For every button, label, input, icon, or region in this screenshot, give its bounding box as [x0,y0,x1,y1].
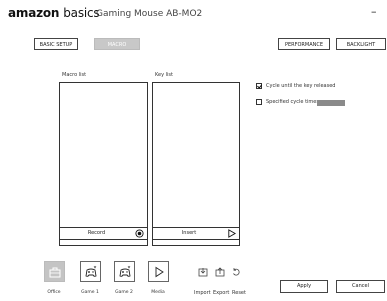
title-bar: amazon basics Gaming Mouse AB-MO2 – [0,0,387,31]
specified-cycle-times-label: Specified cycle times [266,99,319,105]
key-list-box[interactable] [152,82,240,246]
record-button-label: Record [87,230,106,236]
tab-basic-setup[interactable]: BASIC SETUP [34,38,78,50]
minimize-button[interactable]: – [371,5,377,18]
mode-game1-button[interactable] [80,261,101,282]
brand-logo: amazon basics [8,6,100,20]
insert-button-label: Insert [181,230,197,236]
import-label[interactable]: Import [194,290,211,296]
mode-office-button[interactable] [44,261,65,282]
key-list-label: Key list [155,72,173,78]
tab-performance[interactable]: PERFORMANCE [278,38,330,50]
cycle-until-released-checkbox[interactable] [256,83,262,89]
cycle-times-input[interactable] [317,100,345,106]
insert-button[interactable]: Insert [152,227,240,240]
import-icon[interactable] [198,267,208,277]
specified-cycle-times-checkbox[interactable] [256,99,262,105]
mode-game2-label: Game 2 [115,290,133,295]
gamepad-icon [85,265,97,277]
mode-game2-button[interactable] [114,261,135,282]
record-button[interactable]: Record [59,227,148,240]
mode-office-label: Office [47,290,61,295]
export-label[interactable]: Export [213,290,229,296]
brand-light: basics [63,6,100,20]
tab-macro[interactable]: MACRO [94,38,140,50]
mode-media-label: Media [151,290,165,295]
reset-label[interactable]: Reset [232,290,246,296]
record-icon [135,229,144,238]
export-icon[interactable] [215,267,225,277]
brand-bold: amazon [8,6,60,20]
main-panel: BASIC SETUP MACRO PERFORMANCE BACKLIGHT … [0,30,387,301]
cycle-until-released-label: Cycle until the key released [266,83,336,89]
mode-media-button[interactable] [148,261,169,282]
cancel-button[interactable]: Cancel [336,280,385,293]
reset-icon[interactable] [231,267,241,277]
play-triangle-icon [228,229,236,238]
tab-backlight[interactable]: BACKLIGHT [336,38,386,50]
macro-list-label: Macro list [62,72,87,78]
briefcase-icon [49,267,61,278]
product-name: Gaming Mouse AB-MO2 [96,9,203,19]
play-icon [155,266,164,278]
mode-game1-label: Game 1 [81,290,99,295]
apply-button[interactable]: Apply [280,280,328,293]
gamepad-icon [119,265,131,277]
macro-list-box[interactable] [59,82,148,246]
